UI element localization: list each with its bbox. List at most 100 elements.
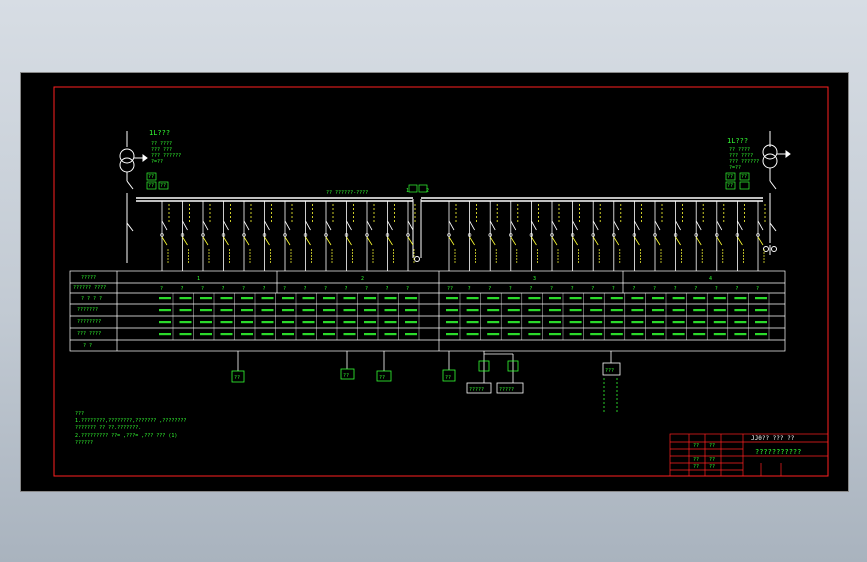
table-cell-mark: [364, 321, 376, 324]
feeder-branch: [612, 201, 622, 271]
panel-code: ?: [242, 286, 245, 292]
left-meter-boxes: ?? ?? ??: [146, 172, 169, 190]
table-cell-mark: [652, 333, 664, 336]
table-cell-mark: [261, 297, 274, 300]
feeder-branch: [303, 201, 313, 271]
table-cell-mark: [487, 321, 500, 324]
panel-code: ?: [694, 286, 697, 292]
table-cell-mark: [405, 297, 417, 300]
table-cell-mark: [610, 333, 623, 336]
panel-code: ?: [550, 286, 553, 292]
table-cell-mark: [755, 297, 767, 300]
note-line: ??????: [75, 440, 93, 446]
table-cell-mark: [302, 321, 315, 324]
table-cell-mark: [241, 297, 253, 300]
left-transformer-label: 1L???: [149, 129, 170, 137]
table-cell-mark: [323, 309, 335, 312]
table-cell-mark: [159, 333, 171, 336]
title-block-cell: ??: [693, 457, 699, 463]
table-cell-mark: [652, 309, 664, 312]
note-line: ???: [75, 411, 84, 417]
table-cell-mark: [713, 297, 726, 300]
right-meter-label: ??: [727, 183, 733, 189]
right-meter-label: ??: [741, 174, 747, 180]
load-label: ??: [379, 375, 385, 381]
panel-code: ?: [509, 286, 512, 292]
table-cell-mark: [261, 333, 274, 336]
right-transformer-label: 1L???: [727, 137, 748, 145]
table-cell-mark: [507, 333, 520, 336]
right-meter-label: ??: [727, 174, 733, 180]
table-cell-mark: [755, 309, 767, 312]
feeder-branch: [509, 201, 519, 271]
table-cell-mark: [466, 321, 479, 324]
table-cell-mark: [364, 309, 376, 312]
load-label: ???: [605, 368, 614, 374]
table-cell-mark: [302, 333, 315, 336]
feeder-branch: [262, 201, 272, 271]
table-cell-mark: [590, 321, 603, 324]
title-block-cell: ??: [709, 457, 715, 463]
table-cell-mark: [652, 297, 664, 300]
row-header: ? ?: [83, 343, 92, 349]
panel-code: ?: [529, 286, 532, 292]
table-cell-mark: [343, 297, 356, 300]
table-cell-mark: [261, 309, 274, 312]
section-label: 2: [361, 276, 364, 282]
table-cell-mark: [507, 321, 520, 324]
single-line-diagram: 1L??? ?? ???? ??? ??? ??? ?????? ?=?? ??…: [53, 86, 829, 477]
panel-code: ?: [632, 286, 635, 292]
table-cell-mark: [241, 309, 253, 312]
title-block-code: JJ0?? ??? ??: [751, 435, 795, 442]
bus-tie: [408, 184, 428, 262]
panel-code: ?: [304, 286, 307, 292]
load-label: ?????: [469, 387, 484, 393]
left-meter-label: ??: [148, 174, 154, 180]
table-cell-mark: [755, 333, 767, 336]
table-cell-mark: [507, 309, 520, 312]
panel-code: ?: [571, 286, 574, 292]
row-header: ??? ????: [77, 331, 101, 337]
table-cell-mark: [528, 297, 541, 300]
table-cell-mark: [734, 309, 747, 312]
table-cell-mark: [549, 309, 561, 312]
feeder-branch: [221, 201, 231, 271]
panel-code: ?: [365, 286, 368, 292]
panel-code: ?: [756, 286, 759, 292]
note-line: ??????? ?? ??.???????.: [75, 425, 141, 431]
table-cell-mark: [446, 333, 458, 336]
table-cell-mark: [713, 309, 726, 312]
panel-code: ?: [160, 286, 163, 292]
table-cell-mark: [569, 297, 582, 300]
table-cell-mark: [713, 321, 726, 324]
table-cell-mark: [302, 309, 315, 312]
table-cell-mark: [631, 297, 644, 300]
section-label: 1: [197, 276, 200, 282]
table-cell-mark: [384, 321, 397, 324]
feeder-branch: [180, 201, 190, 271]
table-cell-mark: [200, 309, 212, 312]
table-cell-mark: [446, 321, 458, 324]
feeder-branch: [632, 201, 642, 271]
load-label: ?????: [499, 387, 514, 393]
table-cell-mark: [631, 309, 644, 312]
table-cell-mark: [323, 333, 335, 336]
table-cell-mark: [364, 333, 376, 336]
table-cell-mark: [446, 309, 458, 312]
table-cell-mark: [220, 333, 233, 336]
title-block-name: ???????????: [755, 448, 801, 456]
feeder-branch: [160, 201, 170, 271]
table-cell-mark: [405, 321, 417, 324]
panel-code: ?: [674, 286, 677, 292]
left-incomer-line: [126, 199, 134, 263]
left-meter-label: ??: [160, 183, 166, 189]
table-cell-mark: [179, 333, 192, 336]
load-label: ??: [343, 373, 349, 379]
table-cell-mark: [179, 321, 192, 324]
table-cell-mark: [282, 321, 294, 324]
table-cell-mark: [569, 309, 582, 312]
feeder-branch: [406, 201, 416, 271]
table-cell-mark: [693, 297, 706, 300]
row-header: ???????: [77, 307, 98, 313]
panel-code: ?: [468, 286, 471, 292]
